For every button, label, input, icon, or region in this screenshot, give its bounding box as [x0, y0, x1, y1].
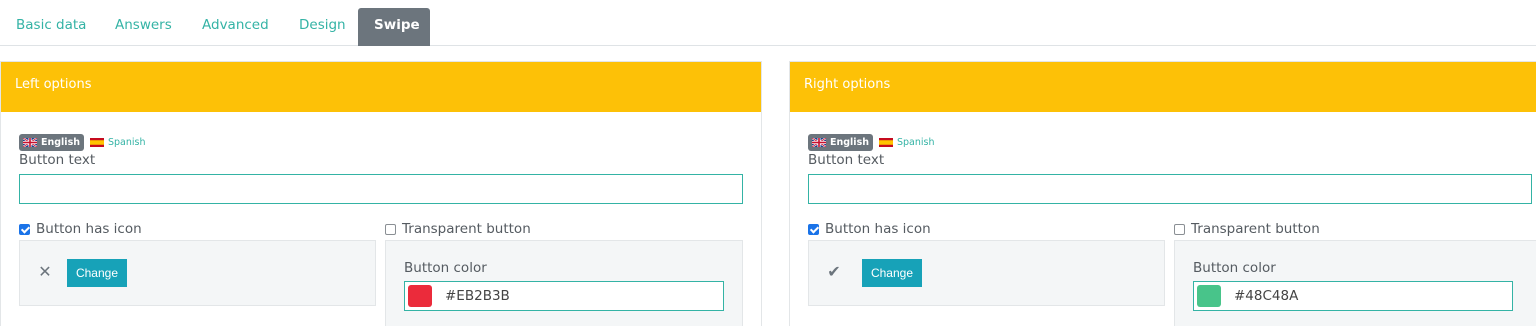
- lang-spanish-label: Spanish: [107, 137, 146, 148]
- button-color-input[interactable]: #48C48A: [1193, 281, 1513, 311]
- button-text-label: Button text: [19, 152, 96, 168]
- close-icon: ✕: [38, 262, 52, 281]
- language-switcher: English Spanish: [19, 134, 150, 151]
- button-text-input[interactable]: [19, 174, 743, 204]
- uk-flag-icon: [812, 138, 826, 147]
- button-color-label: Button color: [404, 260, 487, 276]
- transparent-label: Transparent button: [402, 221, 531, 237]
- transparent-checkbox[interactable]: [1174, 223, 1185, 235]
- lang-spanish-tab[interactable]: Spanish: [86, 134, 150, 151]
- has-icon-label: Button has icon: [825, 221, 931, 237]
- lang-english-tab[interactable]: English: [19, 134, 84, 151]
- button-color-box: Button color #48C48A: [1174, 240, 1536, 326]
- spain-flag-icon: [89, 138, 104, 147]
- tab-answers[interactable]: Answers: [99, 8, 188, 46]
- tab-advanced[interactable]: Advanced: [186, 8, 285, 46]
- button-color-box: Button color #EB2B3B: [385, 240, 743, 326]
- has-icon-checkbox[interactable]: [808, 223, 819, 235]
- button-color-input[interactable]: #EB2B3B: [404, 281, 724, 311]
- lang-spanish-tab[interactable]: Spanish: [875, 134, 939, 151]
- transparent-row: Transparent button: [1174, 221, 1320, 237]
- button-color-label: Button color: [1193, 260, 1276, 276]
- icon-picker-box: ✔ Change: [808, 240, 1165, 306]
- transparent-checkbox[interactable]: [385, 223, 396, 235]
- lang-spanish-label: Spanish: [896, 137, 935, 148]
- right-options-panel: Right options English Spanish Button tex…: [789, 61, 1536, 326]
- tab-basic-data[interactable]: Basic data: [0, 8, 102, 46]
- language-switcher: English Spanish: [808, 134, 939, 151]
- color-swatch[interactable]: [408, 285, 432, 307]
- tab-design[interactable]: Design: [283, 8, 362, 46]
- button-text-label: Button text: [808, 152, 885, 168]
- left-options-header: Left options: [1, 62, 761, 112]
- spain-flag-icon: [878, 138, 893, 147]
- has-icon-label: Button has icon: [36, 221, 142, 237]
- lang-english-label: English: [41, 137, 80, 148]
- tab-bar: Basic data Answers Advanced Design Swipe: [0, 0, 1536, 46]
- transparent-label: Transparent button: [1191, 221, 1320, 237]
- has-icon-checkbox[interactable]: [19, 223, 30, 235]
- transparent-row: Transparent button: [385, 221, 531, 237]
- check-icon: ✔: [827, 262, 841, 281]
- color-hex-value: #EB2B3B: [445, 288, 510, 304]
- button-text-input[interactable]: [808, 174, 1532, 204]
- change-icon-button[interactable]: Change: [862, 259, 922, 287]
- uk-flag-icon: [23, 138, 37, 147]
- icon-picker-box: ✕ Change: [19, 240, 376, 306]
- left-options-panel: Left options English Spanish Button text: [0, 61, 762, 326]
- tab-swipe[interactable]: Swipe: [358, 8, 430, 46]
- color-hex-value: #48C48A: [1234, 288, 1299, 304]
- color-swatch[interactable]: [1197, 285, 1221, 307]
- has-icon-row: Button has icon: [808, 221, 931, 237]
- right-options-header: Right options: [790, 62, 1536, 112]
- change-icon-button[interactable]: Change: [67, 259, 127, 287]
- lang-english-label: English: [830, 137, 869, 148]
- lang-english-tab[interactable]: English: [808, 134, 873, 151]
- has-icon-row: Button has icon: [19, 221, 142, 237]
